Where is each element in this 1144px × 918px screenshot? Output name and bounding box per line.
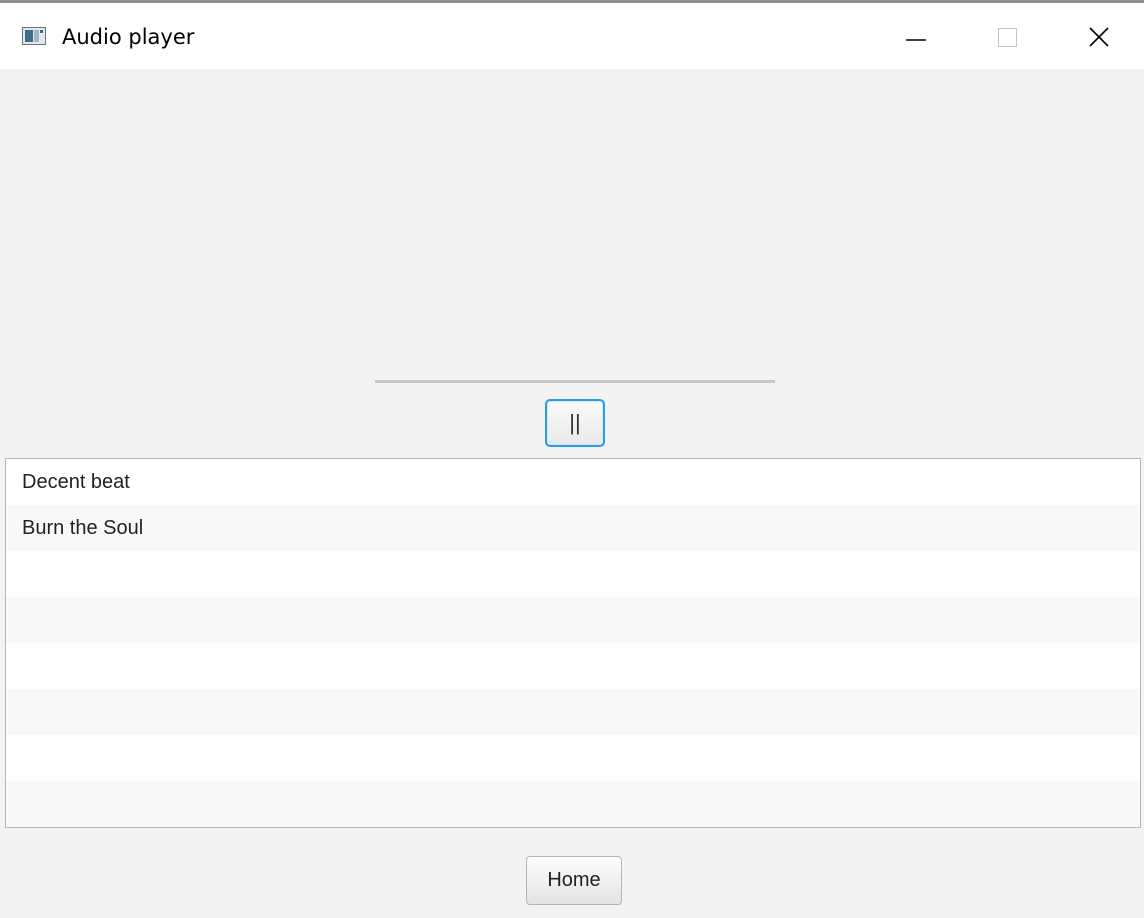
playlist-item[interactable]: Burn the Soul <box>6 505 1140 551</box>
maximize-button[interactable] <box>962 3 1054 69</box>
playlist[interactable]: Decent beat Burn the Soul <box>5 458 1141 828</box>
audio-player-window: Audio player || Decent beat Burn the Soul… <box>0 0 1144 918</box>
maximize-icon <box>998 28 1017 47</box>
close-icon <box>1089 27 1109 47</box>
app-window-icon <box>22 27 46 45</box>
home-button[interactable]: Home <box>526 856 622 905</box>
window-title: Audio player <box>62 25 195 49</box>
playlist-empty-row <box>6 643 1140 689</box>
playlist-item[interactable]: Decent beat <box>6 459 1140 505</box>
playlist-empty-row <box>6 597 1140 643</box>
minimize-button[interactable] <box>870 3 962 69</box>
pause-button[interactable]: || <box>545 399 605 447</box>
playlist-empty-row <box>6 735 1140 781</box>
playback-progress-bar[interactable] <box>375 380 775 383</box>
footer-bar: Home <box>0 828 1144 918</box>
close-button[interactable] <box>1054 3 1144 69</box>
playlist-empty-row <box>6 689 1140 735</box>
playlist-empty-row <box>6 551 1140 597</box>
minimize-icon <box>906 39 926 41</box>
playlist-empty-row <box>6 781 1140 827</box>
title-bar[interactable]: Audio player <box>0 3 1144 69</box>
media-view-area: || <box>0 69 1144 459</box>
